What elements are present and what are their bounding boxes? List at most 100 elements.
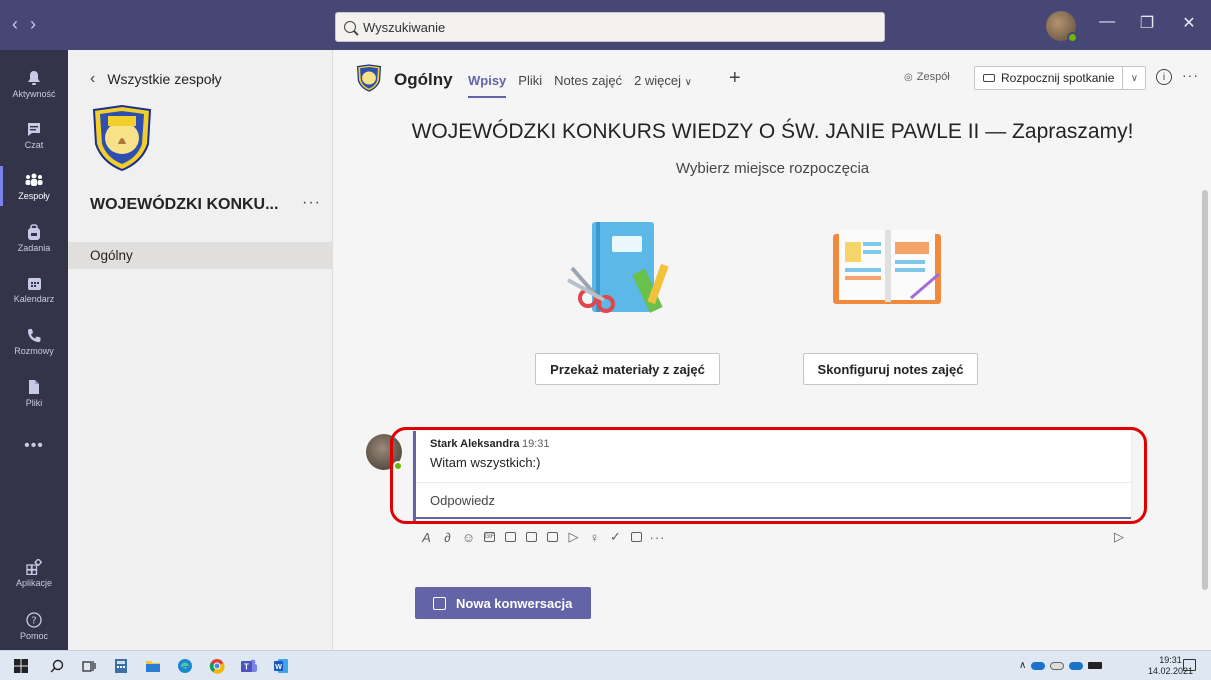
onedrive-icon[interactable] (1031, 661, 1046, 670)
gif-icon[interactable]: GIF (479, 527, 500, 547)
more-compose-options-icon[interactable]: ··· (647, 527, 668, 547)
teams-pane: ‹ Wszystkie zespoły WOJEWÓDZKI KONKU... … (68, 50, 333, 650)
more-apps-icon: ••• (24, 437, 44, 454)
rail-label: Pliki (25, 398, 43, 408)
minimize-button[interactable]: — (1094, 13, 1120, 31)
rail-label: Czat (24, 140, 44, 150)
channel-tabs: Wpisy Pliki Notes zajęć 2 więcej ∨ (468, 73, 704, 98)
onedrive-personal-icon[interactable] (1050, 661, 1065, 670)
attach-icon[interactable]: ∂ (437, 527, 458, 547)
file-icon (24, 378, 44, 396)
approvals-icon[interactable]: ✓ (605, 527, 626, 547)
add-tab-icon[interactable]: + (729, 67, 741, 90)
rail-label: Kalendarz (13, 294, 55, 304)
chat-icon (24, 120, 44, 138)
svg-text:W: W (275, 664, 282, 671)
team-button-label: Zespół (916, 71, 950, 83)
meet-button[interactable]: Rozpocznij spotkanie ∨ (974, 66, 1147, 90)
distribute-materials-button[interactable]: Przekaż materiały z zajęć (535, 353, 720, 385)
meet-dropdown-icon[interactable]: ∨ (1123, 67, 1145, 89)
praise-icon[interactable]: ♀ (584, 527, 605, 547)
send-icon[interactable]: ▷ (1114, 529, 1124, 545)
user-avatar[interactable] (1046, 11, 1078, 43)
team-button[interactable]: ◎ Zespół (904, 71, 950, 83)
task-view-icon[interactable] (80, 657, 98, 675)
rail-item-help[interactable]: ? Pomoc (0, 598, 68, 654)
channel-item-general[interactable]: Ogólny (68, 242, 332, 269)
schedule-meeting-icon[interactable] (521, 527, 542, 547)
rail-item-more[interactable]: ••• (0, 419, 68, 475)
windows-start-icon[interactable] (12, 657, 30, 675)
message-time: 19:31 (522, 438, 550, 450)
meet-now-icon[interactable] (542, 527, 563, 547)
apps-icon (24, 558, 44, 576)
bell-icon (24, 69, 44, 87)
team-more-options-icon[interactable]: ··· (302, 194, 321, 212)
chevron-up-icon[interactable]: ∧ (1019, 660, 1026, 671)
rail-item-chat[interactable]: Czat (0, 107, 68, 163)
open-notebook-illustration (829, 228, 949, 313)
system-tray: ∧ (1019, 660, 1103, 671)
tab-posts[interactable]: Wpisy (468, 73, 507, 98)
notebook-scissors-illustration (564, 220, 694, 320)
message-author: Stark Aleksandra (430, 438, 520, 450)
rail-item-assignments[interactable]: Zadania (0, 210, 68, 266)
tab-more-label: 2 więcej (634, 73, 682, 88)
presence-available-icon (393, 461, 403, 471)
tab-more[interactable]: 2 więcej ∨ (634, 73, 692, 88)
meet-button-main[interactable]: Rozpocznij spotkanie (975, 67, 1124, 89)
battery-icon[interactable] (1088, 662, 1103, 669)
taskbar-search-icon[interactable] (48, 657, 66, 675)
compose-icon (433, 596, 446, 610)
teams-app-icon[interactable]: T (240, 657, 258, 675)
word-app-icon[interactable]: W (272, 657, 290, 675)
info-icon[interactable]: i (1156, 69, 1172, 85)
reply-box[interactable]: Odpowiedz (416, 482, 1131, 519)
search-box[interactable] (335, 12, 885, 42)
gif-box: GIF (484, 532, 495, 542)
rail-item-activity[interactable]: Aktywność (0, 56, 68, 112)
backpack-icon (24, 223, 44, 241)
new-conversation-button[interactable]: Nowa konwersacja (415, 587, 591, 619)
rail-item-apps[interactable]: Aplikacje (0, 545, 68, 601)
sticker-icon[interactable] (500, 527, 521, 547)
sticker-box (505, 532, 516, 542)
rail-item-calls[interactable]: Rozmowy (0, 313, 68, 369)
calendar-icon (24, 274, 44, 292)
stream-icon[interactable]: ▷ (563, 527, 584, 547)
new-conversation-label: Nowa konwersacja (456, 595, 573, 611)
all-teams-link[interactable]: ‹ Wszystkie zespoły (90, 70, 222, 88)
rail-item-files[interactable]: Pliki (0, 365, 68, 421)
forward-arrow-icon[interactable]: › (30, 14, 48, 34)
phone-icon (24, 326, 44, 344)
emoji-icon[interactable]: ☺ (458, 527, 479, 547)
help-icon: ? (24, 611, 44, 629)
file-explorer-icon[interactable] (144, 657, 162, 675)
restore-button[interactable]: ❐ (1134, 13, 1160, 33)
close-button[interactable]: ✕ (1176, 13, 1202, 33)
notification-center-icon[interactable] (1183, 659, 1196, 671)
tab-files[interactable]: Pliki (518, 73, 542, 88)
scrollbar[interactable] (1202, 190, 1208, 590)
team-name: WOJEWÓDZKI KONKU... (90, 196, 279, 213)
onedrive-business-icon[interactable] (1069, 661, 1084, 670)
calculator-icon[interactable] (112, 657, 130, 675)
app-rail: Aktywność Czat Zespoły Zadania Kalendarz… (0, 50, 68, 650)
format-icon[interactable]: A (416, 527, 437, 547)
search-input[interactable] (363, 19, 863, 35)
forms-box (631, 532, 642, 542)
chrome-browser-icon[interactable] (208, 657, 226, 675)
rail-item-calendar[interactable]: Kalendarz (0, 261, 68, 317)
welcome-title: WOJEWÓDZKI KONKURS WIEDZY O ŚW. JANIE PA… (411, 120, 1134, 143)
message-author-avatar[interactable] (366, 434, 403, 471)
rail-label: Rozmowy (14, 346, 54, 356)
rail-label: Zadania (17, 243, 51, 253)
setup-notebook-button[interactable]: Skonfiguruj notes zajęć (803, 353, 978, 385)
edge-browser-icon[interactable] (176, 657, 194, 675)
forms-icon[interactable] (626, 527, 647, 547)
back-arrow-icon[interactable]: ‹ (12, 14, 30, 34)
more-options-icon[interactable]: ··· (1182, 67, 1199, 83)
tab-class-notebook[interactable]: Notes zajęć (554, 73, 622, 88)
rail-item-teams[interactable]: Zespoły (0, 158, 68, 214)
history-nav: ‹› (12, 14, 48, 35)
